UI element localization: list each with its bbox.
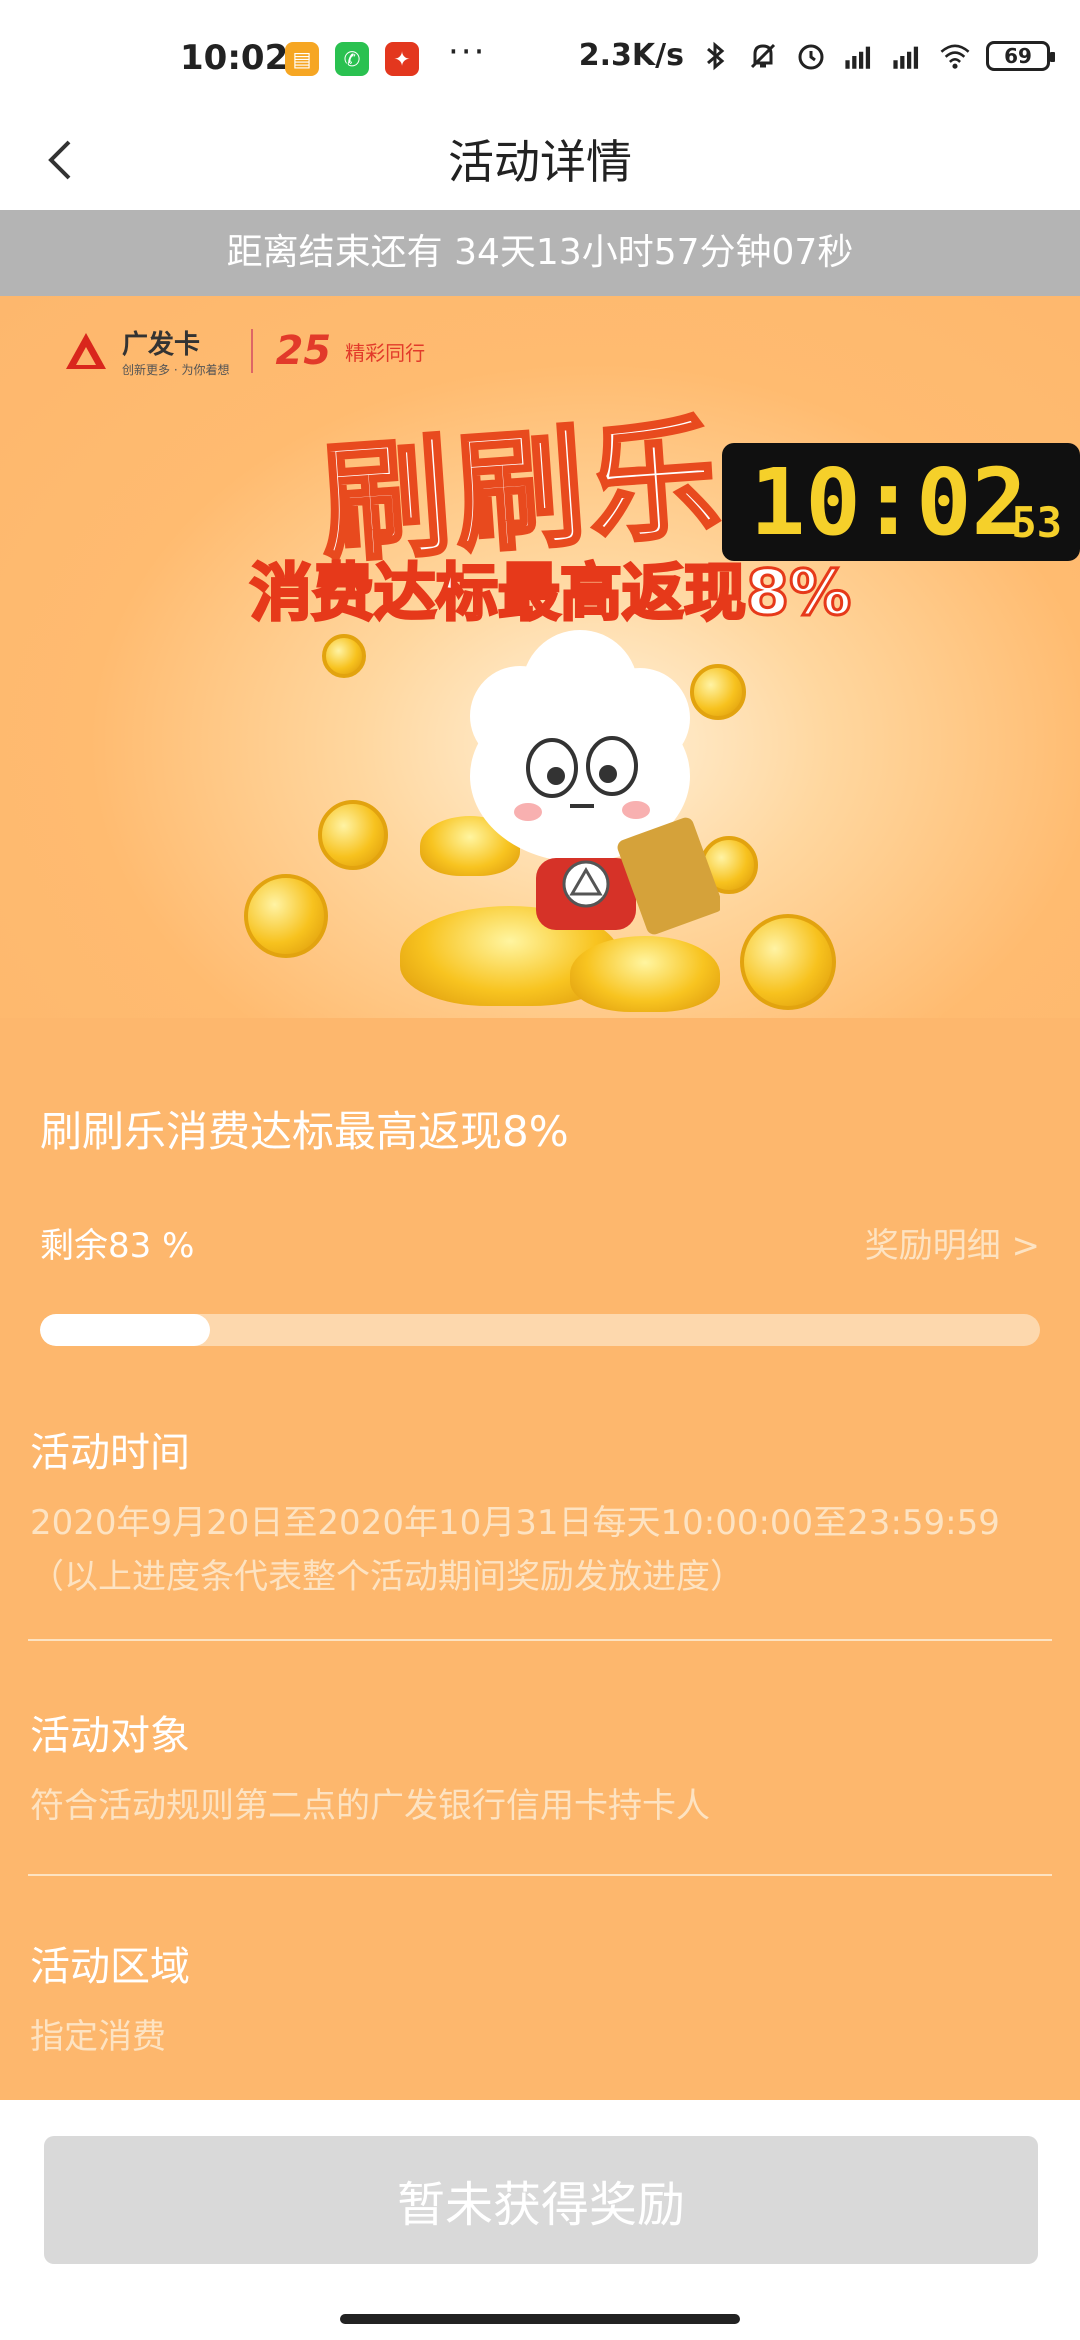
status-time: 10:02: [180, 38, 289, 78]
logo-name: 广发卡: [122, 330, 201, 360]
logo-slogan: 精彩同行: [345, 340, 426, 365]
reward-progress-bar: [40, 1314, 1040, 1346]
section-text: 2020年9月20日至2020年10月31日每天10:00:00至23:59:5…: [30, 1503, 1000, 1597]
logo-25: 25: [275, 328, 332, 374]
floating-clock-widget: 10:02 53: [722, 443, 1080, 561]
notification-icons: ▤ ✆ ✦: [285, 42, 419, 76]
more-notifications-icon: ···: [448, 32, 487, 72]
coin-decoration: [740, 914, 836, 1010]
section-label: 活动时间: [30, 1430, 190, 1476]
status-right: 2.3K/s 69: [578, 38, 1055, 73]
logo-divider: [251, 329, 254, 373]
remaining-label: 剩余83 %: [40, 1226, 195, 1266]
countdown-bar: 距离结束还有 34天13小时57分钟07秒: [0, 210, 1080, 296]
home-indicator[interactable]: [340, 2314, 740, 2324]
divider: [28, 1874, 1052, 1876]
status-bar: 10:02 ▤ ✆ ✦ ··· 2.3K/s 69: [0, 0, 1080, 110]
clock-seconds: 53: [1011, 498, 1062, 547]
section-activity-target: 活动对象 符合活动规则第二点的广发银行信用卡持卡人: [30, 1703, 1052, 1833]
no-reward-button[interactable]: 暂未获得奖励: [44, 2136, 1038, 2264]
section-label: 活动区域: [30, 1944, 190, 1990]
progress-fill: [40, 1314, 210, 1346]
coin-decoration: [244, 874, 328, 958]
cgb-logo-icon: [66, 333, 106, 369]
coin-decoration: [318, 800, 388, 870]
activity-banner: 广发卡 创新更多 · 为你着想 25 精彩同行 刷刷乐 消费达标最高返现8% 1…: [0, 296, 1080, 1018]
hd-signal-icon: [893, 46, 919, 69]
battery-icon: 69: [986, 40, 1055, 71]
hd-signal-icon: [845, 46, 871, 69]
alarm-icon: [798, 44, 824, 69]
mascot-illustration: [470, 630, 720, 935]
wechat-icon: ✆: [335, 42, 369, 76]
wifi-icon: [940, 44, 970, 69]
section-activity-time: 活动时间 2020年9月20日至2020年10月31日每天10:00:00至23…: [30, 1420, 1052, 1604]
header: 活动详情: [0, 110, 1080, 210]
mute-icon: [750, 43, 776, 68]
section-text: 指定消费: [30, 2017, 166, 2057]
red-app-icon: ✦: [385, 42, 419, 76]
page-title: 活动详情: [448, 135, 632, 189]
section-text: 符合活动规则第二点的广发银行信用卡持卡人: [30, 1786, 710, 1826]
section-label: 活动对象: [30, 1713, 190, 1759]
bluetooth-icon: [707, 41, 725, 70]
bottom-bar: 暂未获得奖励: [0, 2100, 1080, 2340]
section-activity-area: 活动区域 指定消费: [30, 1934, 1052, 2064]
net-speed: 2.3K/s: [578, 38, 684, 73]
coin-decoration: [322, 634, 366, 678]
logo-sub: 创新更多 · 为你着想: [122, 363, 230, 377]
clock-time: 10:02: [750, 449, 1027, 556]
brand-logo: 广发卡 创新更多 · 为你着想 25 精彩同行: [64, 324, 425, 378]
reward-details-link[interactable]: 奖励明细 >: [865, 1218, 1040, 1267]
activity-title: 刷刷乐消费达标最高返现8%: [40, 1107, 569, 1156]
divider: [28, 1639, 1052, 1641]
folder-app-icon: ▤: [285, 42, 319, 76]
